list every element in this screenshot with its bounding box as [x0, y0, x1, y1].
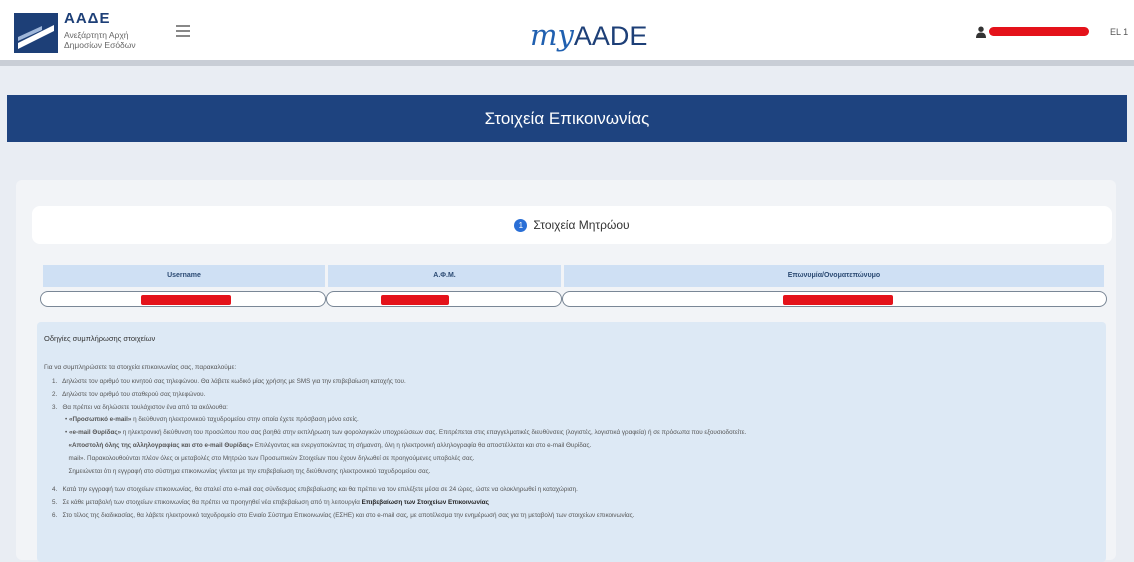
- brand-aade: AADE: [573, 21, 648, 51]
- list-item-number: 1.: [52, 378, 58, 385]
- sub-item-bold: «Προσωπικό e-mail»: [68, 416, 132, 423]
- list-item: 3. Θα πρέπει να δηλώσετε τουλάχιστον ένα…: [52, 404, 1102, 411]
- list-item: 6. Στο τέλος της διαδικασίας, θα λάβετε …: [52, 512, 1102, 519]
- redacted-value: [141, 295, 231, 305]
- list-item: 4. Κατά την εγγραφή των στοιχείων επικοι…: [52, 486, 1102, 493]
- instructions-title: Οδηγίες συμπλήρωσης στοιχείων: [44, 334, 156, 343]
- list-item-text: Σε κάθε μεταβολή των στοιχείων επικοινων…: [62, 499, 362, 506]
- column-header-afm: Α.Φ.Μ.: [328, 265, 561, 287]
- org-subtitle-line1: Ανεξάρτητη Αρχή: [64, 30, 129, 40]
- name-field: [562, 291, 1107, 307]
- list-item-number: 4.: [52, 486, 58, 493]
- username-field: [40, 291, 326, 307]
- sub-item-text: η ηλεκτρονική διεύθυνση του προσώπου που…: [121, 429, 747, 436]
- list-item-text: Δηλώστε τον αριθμό του κινητού σας τηλεφ…: [62, 378, 406, 385]
- list-item-number: 3.: [52, 404, 58, 411]
- list-item: 5. Σε κάθε μεταβολή των στοιχείων επικοι…: [52, 499, 1102, 506]
- user-icon[interactable]: [976, 26, 986, 38]
- sub-item-bold: «Αποστολή όλης της αλληλογραφίας και στο…: [68, 442, 254, 449]
- list-item-text: Στο τέλος της διαδικασίας, θα λάβετε ηλε…: [62, 512, 635, 519]
- sub-list-item: mail». Παρακολουθούνται πλέον όλες οι με…: [65, 455, 1105, 462]
- sub-item-text: η διεύθυνση ηλεκτρονικού ταχυδρομείου στ…: [131, 416, 359, 423]
- page-title: Στοιχεία Επικοινωνίας: [7, 95, 1127, 142]
- hamburger-menu-icon[interactable]: [176, 25, 190, 37]
- section-title: Στοιχεία Μητρώου: [533, 218, 630, 232]
- list-item-number: 5.: [52, 499, 58, 506]
- column-header-name: Επωνυμία/Ονοματεπώνυμο: [564, 265, 1104, 287]
- afm-field: [326, 291, 562, 307]
- list-item-bold: Επιβεβαίωση των Στοιχείων Επικοινωνίας: [361, 499, 489, 506]
- redacted-value: [783, 295, 893, 305]
- sub-list-item: Σημειώνεται ότι η εγγραφή στο σύστημα επ…: [65, 468, 1105, 475]
- list-item: 1. Δηλώστε τον αριθμό του κινητού σας τη…: [52, 378, 1102, 385]
- aade-logo-icon[interactable]: [14, 13, 58, 53]
- sub-list-item: «Αποστολή όλης της αλληλογραφίας και στο…: [65, 442, 1105, 449]
- list-item-number: 6.: [52, 512, 58, 519]
- section-number-badge: 1: [514, 219, 528, 233]
- top-header: ΑΑΔΕ Ανεξάρτητη Αρχή Δημοσίων Εσόδων myA…: [0, 0, 1134, 66]
- column-header-username: Username: [43, 265, 325, 287]
- list-item: 2. Δηλώστε τον αριθμό του σταθερού σας τ…: [52, 391, 1102, 398]
- sub-item-text: mail». Παρακολουθούνται πλέον όλες οι με…: [68, 455, 475, 462]
- org-subtitle-line2: Δημοσίων Εσόδων: [64, 40, 136, 50]
- sub-item-bold: «e-mail Θυρίδας»: [68, 429, 122, 436]
- myaade-brand[interactable]: myAADE: [530, 18, 647, 52]
- list-item-text: Δηλώστε τον αριθμό του σταθερού σας τηλε…: [62, 391, 206, 398]
- redacted-value: [381, 295, 449, 305]
- sub-list-item: • «Προσωπικό e-mail» η διεύθυνση ηλεκτρο…: [65, 416, 359, 423]
- language-selector[interactable]: EL 1: [1110, 27, 1128, 37]
- list-item-text: Κατά την εγγραφή των στοιχείων επικοινων…: [62, 486, 578, 493]
- user-name-redacted[interactable]: [989, 27, 1089, 36]
- sub-item-text: Σημειώνεται ότι η εγγραφή στο σύστημα επ…: [68, 468, 431, 475]
- instructions-intro: Για να συμπληρώσετε τα στοιχεία επικοινω…: [44, 364, 237, 371]
- org-name: ΑΑΔΕ: [64, 10, 111, 27]
- list-item-text: Θα πρέπει να δηλώσετε τουλάχιστον ένα απ…: [62, 404, 228, 411]
- list-item-number: 2.: [52, 391, 58, 398]
- sub-item-text: Επιλέγοντας και ενεργοποιώντας τη σήμανσ…: [253, 442, 592, 449]
- section-card: 1 Στοιχεία Μητρώου: [32, 206, 1112, 244]
- sub-list-item: • «e-mail Θυρίδας» η ηλεκτρονική διεύθυν…: [65, 429, 747, 436]
- brand-my: my: [530, 18, 574, 52]
- section-header: 1 Στοιχεία Μητρώου: [32, 206, 1112, 244]
